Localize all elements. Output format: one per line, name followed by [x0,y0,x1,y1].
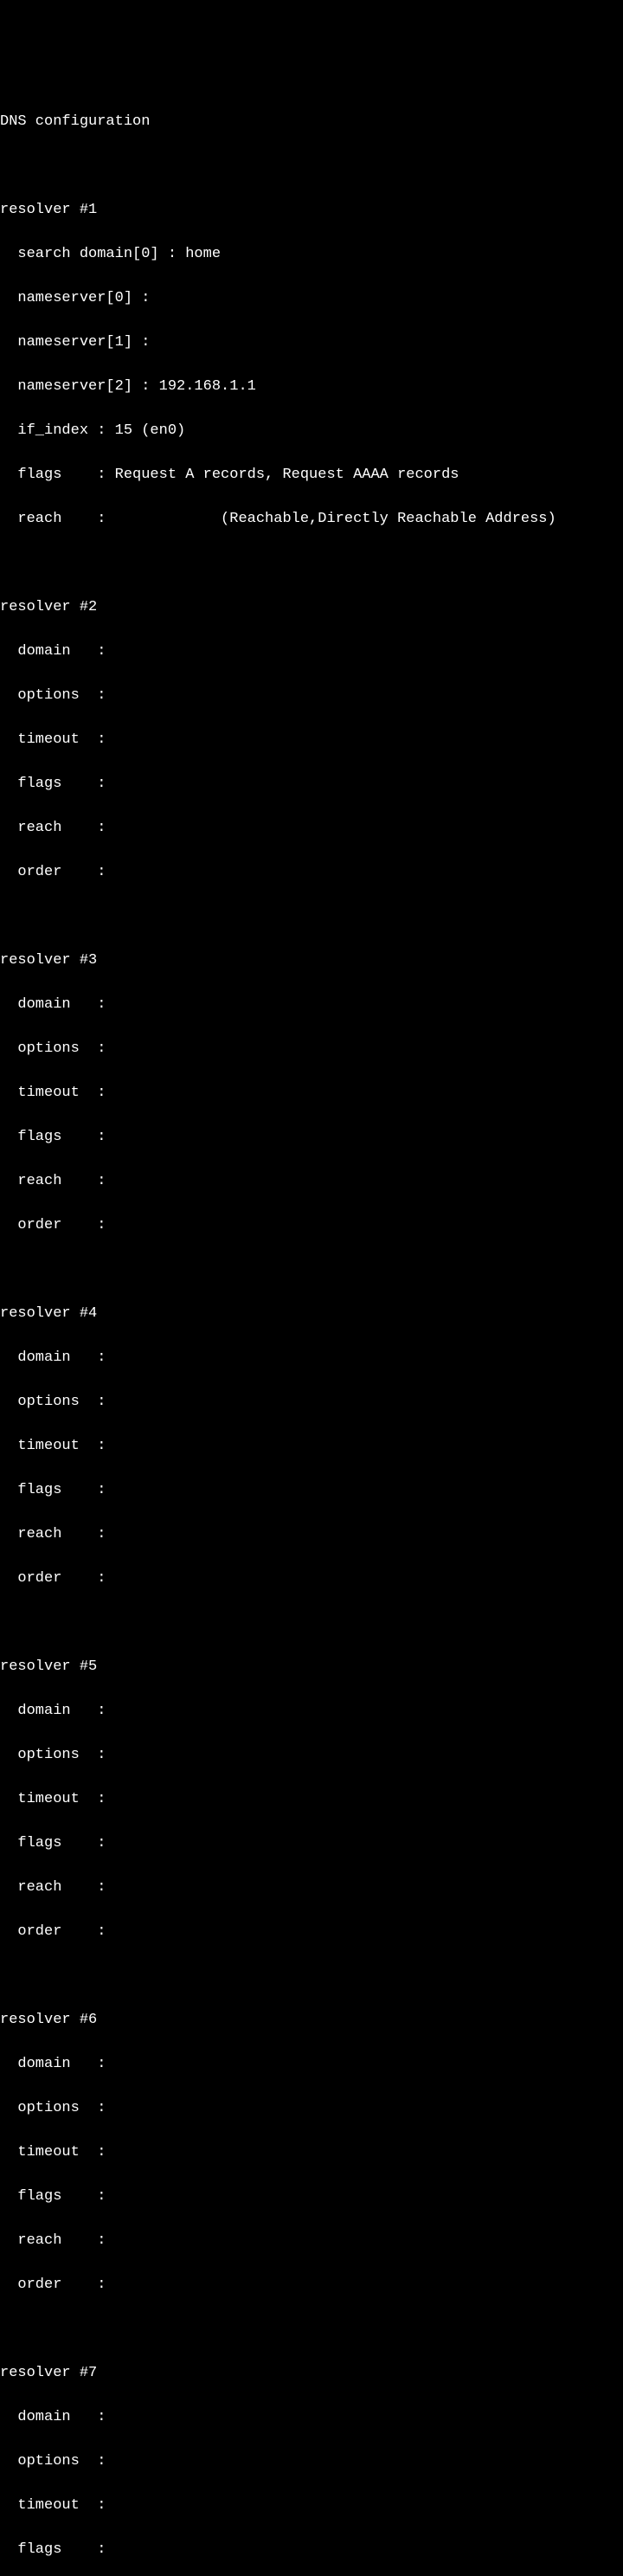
resolver-1-if-index: if_index : 15 (en0) [0,420,623,442]
blank-line [0,2318,623,2341]
terminal-output: DNS configuration resolver #1 search dom… [0,88,623,2576]
resolver-6-reach: reach : [0,2230,623,2252]
resolver-4-flags: flags : [0,1479,623,1502]
resolver-6-flags: flags : [0,2186,623,2208]
resolver-3-header: resolver #3 [0,950,623,972]
resolver-3-order: order : [0,1214,623,1237]
resolver-2-header: resolver #2 [0,596,623,619]
resolver-1-flags: flags : Request A records, Request AAAA … [0,464,623,486]
blank-line [0,1259,623,1281]
resolver-5-options: options : [0,1744,623,1767]
blank-line [0,1965,623,1987]
resolver-4-reach: reach : [0,1523,623,1546]
resolver-5-reach: reach : [0,1877,623,1899]
resolver-1-nameserver-2: nameserver[2] : 192.168.1.1 [0,376,623,398]
resolver-1-reach: reach : (Reachable,Directly Reachable Ad… [0,508,623,531]
resolver-2-options: options : [0,685,623,707]
resolver-2-flags: flags : [0,773,623,795]
resolver-4-options: options : [0,1391,623,1414]
resolver-5-timeout: timeout : [0,1788,623,1811]
resolver-3-options: options : [0,1038,623,1060]
resolver-2-reach: reach : [0,817,623,840]
dns-title: DNS configuration [0,111,623,133]
resolver-1-nameserver-1: nameserver[1] : [0,332,623,354]
resolver-5-header: resolver #5 [0,1656,623,1678]
resolver-1-nameserver-0: nameserver[0] : [0,287,623,310]
blank-line [0,552,623,575]
resolver-7-flags: flags : [0,2539,623,2561]
resolver-6-timeout: timeout : [0,2141,623,2164]
resolver-2-domain: domain : [0,641,623,663]
resolver-1-header: resolver #1 [0,199,623,222]
resolver-3-reach: reach : [0,1170,623,1193]
resolver-5-order: order : [0,1921,623,1943]
resolver-3-flags: flags : [0,1126,623,1149]
resolver-7-timeout: timeout : [0,2495,623,2517]
resolver-5-flags: flags : [0,1832,623,1855]
resolver-4-header: resolver #4 [0,1303,623,1325]
resolver-6-header: resolver #6 [0,2009,623,2032]
resolver-1-search-domain: search domain[0] : home [0,243,623,266]
resolver-4-timeout: timeout : [0,1435,623,1458]
resolver-4-domain: domain : [0,1347,623,1369]
resolver-7-options: options : [0,2450,623,2473]
resolver-5-domain: domain : [0,1700,623,1723]
blank-line [0,155,623,177]
resolver-7-domain: domain : [0,2406,623,2429]
resolver-3-timeout: timeout : [0,1082,623,1104]
resolver-4-order: order : [0,1568,623,1590]
resolver-2-order: order : [0,861,623,884]
resolver-7-header: resolver #7 [0,2362,623,2385]
resolver-6-options: options : [0,2097,623,2120]
resolver-6-order: order : [0,2274,623,2296]
resolver-3-domain: domain : [0,994,623,1016]
resolver-2-timeout: timeout : [0,729,623,751]
blank-line [0,905,623,928]
blank-line [0,1612,623,1634]
resolver-6-domain: domain : [0,2053,623,2076]
